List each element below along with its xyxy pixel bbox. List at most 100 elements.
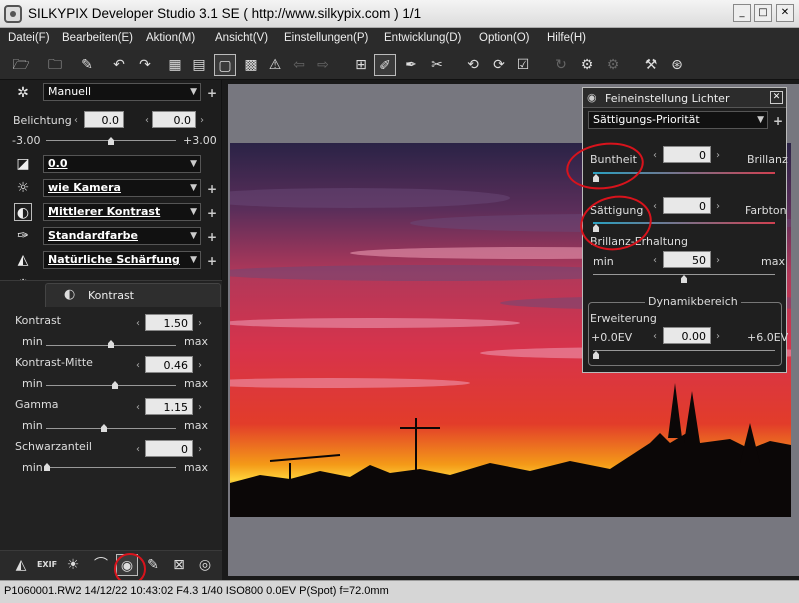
minimize-button[interactable]: _ (733, 4, 751, 22)
add-contrast-icon[interactable]: + (207, 207, 217, 219)
chevron-right-icon[interactable]: › (198, 360, 202, 371)
chevron-right-icon[interactable]: › (716, 331, 720, 342)
folder-open-icon[interactable]: 🗁 (10, 54, 32, 76)
add-sharpness-icon[interactable]: + (207, 255, 217, 267)
belichtung-input-2[interactable]: 0.0 (152, 111, 196, 128)
brush-icon[interactable]: ✎ (76, 54, 98, 76)
prev-icon[interactable]: ⇦ (288, 54, 310, 76)
close-button[interactable]: ✕ (776, 4, 794, 22)
menu-entwicklung[interactable]: Entwicklung(D) (384, 32, 461, 44)
refresh-icon[interactable]: ↻ (550, 54, 572, 76)
histogram-icon[interactable]: ◭ (10, 554, 32, 576)
chevron-right-icon[interactable]: › (716, 201, 720, 212)
next-icon[interactable]: ⇨ (312, 54, 334, 76)
magic-tool-icon[interactable]: ✂ (426, 54, 448, 76)
buntheit-input[interactable]: 0 (663, 146, 711, 163)
be-track[interactable] (593, 274, 775, 275)
rotate-right-icon[interactable]: ⟳ (488, 54, 510, 76)
chevron-right-icon[interactable]: › (198, 402, 202, 413)
sharpness-select[interactable]: Natürliche Schärfung ▼ (43, 251, 201, 269)
chevron-right-icon[interactable]: › (200, 115, 204, 126)
belichtung-min: -3.00 (12, 134, 41, 147)
chevron-left-icon[interactable]: ‹ (653, 255, 657, 266)
chevron-left-icon[interactable]: ‹ (136, 360, 140, 371)
slider-track[interactable] (46, 385, 176, 386)
chevron-left-icon[interactable]: ‹ (136, 402, 140, 413)
chevron-left-icon[interactable]: ‹ (74, 115, 78, 126)
dialog-close-icon[interactable]: ✕ (770, 91, 783, 104)
exif-icon[interactable]: EXIF (36, 554, 58, 576)
color-style-select[interactable]: Standardfarbe ▼ (43, 227, 201, 245)
add-preset-icon[interactable]: + (207, 87, 217, 99)
redo-icon[interactable]: ↷ (134, 54, 156, 76)
saettigung-input[interactable]: 0 (663, 197, 711, 214)
chevron-left-icon[interactable]: ‹ (653, 201, 657, 212)
mode-select[interactable]: Sättigungs-Priorität ▼ (588, 111, 768, 129)
chevron-right-icon[interactable]: › (198, 318, 202, 329)
be-thumb[interactable] (681, 275, 687, 283)
undo-icon[interactable]: ↶ (108, 54, 130, 76)
slider-track[interactable] (46, 428, 176, 429)
white-balance-icon[interactable]: ◪ (14, 155, 32, 173)
kontrast-tab[interactable]: ◐ Kontrast (45, 283, 221, 307)
folder-browse-icon[interactable]: 🗀 (44, 54, 66, 76)
chevron-right-icon[interactable]: › (716, 255, 720, 266)
slider-value-input[interactable]: 1.15 (145, 398, 193, 415)
gear-link-icon[interactable]: ⚙ (602, 54, 624, 76)
menu-datei[interactable]: Datei(F) (8, 32, 50, 44)
slider-track[interactable] (46, 467, 176, 468)
chevron-left-icon[interactable]: ‹ (653, 150, 657, 161)
belichtung-input-1[interactable]: 0.0 (84, 111, 124, 128)
chevron-down-icon: ▼ (190, 231, 197, 241)
settings-gear-icon[interactable]: ✲ (14, 84, 32, 102)
light-icon[interactable]: ☀ (62, 554, 84, 576)
be-input[interactable]: 50 (663, 251, 711, 268)
slider-value-input[interactable]: 0.46 (145, 356, 193, 373)
warning-icon[interactable]: ⚠ (264, 54, 286, 76)
menu-ansicht[interactable]: Ansicht(V) (215, 32, 268, 44)
split-view-icon[interactable]: ▤ (188, 54, 210, 76)
transform-icon[interactable]: ⊠ (168, 554, 190, 576)
grid-icon[interactable]: ▦ (164, 54, 186, 76)
checkbox-icon[interactable]: ☑ (512, 54, 534, 76)
crop-grid-icon[interactable]: ⊞ (350, 54, 372, 76)
chevron-left-icon[interactable]: ‹ (145, 115, 149, 126)
single-view-icon[interactable]: ▢ (214, 54, 236, 76)
menu-aktion[interactable]: Aktion(M) (146, 32, 195, 44)
menu-bearbeiten[interactable]: Bearbeiten(E) (62, 32, 133, 44)
erw-input[interactable]: 0.00 (663, 327, 711, 344)
contrast-icon[interactable]: ◐ (14, 203, 32, 221)
kontrast-tab-label: Kontrast (88, 289, 134, 302)
pen-tool-icon[interactable]: ✒ (400, 54, 422, 76)
sun-icon[interactable]: ☼ (14, 179, 32, 197)
edit-tool-icon[interactable]: ✐ (374, 54, 396, 76)
erw-track[interactable] (593, 350, 775, 351)
preset-select[interactable]: Manuell ▼ (43, 83, 201, 101)
curve-icon[interactable]: ⌒ (90, 554, 112, 576)
thumbnails-icon[interactable]: ▩ (240, 54, 262, 76)
wb-select[interactable]: 0.0 ▼ (43, 155, 201, 173)
add-mode-icon[interactable]: + (773, 115, 783, 127)
rotate-left-icon[interactable]: ⟲ (462, 54, 484, 76)
color-select[interactable]: wie Kamera ▼ (43, 179, 201, 197)
add-color-icon[interactable]: + (207, 183, 217, 195)
eyedropper-icon[interactable]: ✑ (14, 227, 32, 245)
gear-settings-icon[interactable]: ⚙ (576, 54, 598, 76)
hammer-icon[interactable]: ⚒ (640, 54, 662, 76)
chevron-right-icon[interactable]: › (716, 150, 720, 161)
slider-value-input[interactable]: 1.50 (145, 314, 193, 331)
chevron-left-icon[interactable]: ‹ (136, 444, 140, 455)
menu-einstellungen[interactable]: Einstellungen(P) (284, 32, 368, 44)
maximize-button[interactable]: □ (754, 4, 772, 22)
contrast-select[interactable]: Mittlerer Kontrast ▼ (43, 203, 201, 221)
lens-icon[interactable]: ◎ (194, 554, 216, 576)
develop-icon[interactable]: ⊛ (666, 54, 688, 76)
slider-value-input[interactable]: 0 (145, 440, 193, 457)
chevron-left-icon[interactable]: ‹ (136, 318, 140, 329)
menu-option[interactable]: Option(O) (479, 32, 530, 44)
chevron-left-icon[interactable]: ‹ (653, 331, 657, 342)
menu-hilfe[interactable]: Hilfe(H) (547, 32, 586, 44)
sharpness-icon[interactable]: ◭ (14, 251, 32, 269)
chevron-right-icon[interactable]: › (198, 444, 202, 455)
add-color-style-icon[interactable]: + (207, 231, 217, 243)
